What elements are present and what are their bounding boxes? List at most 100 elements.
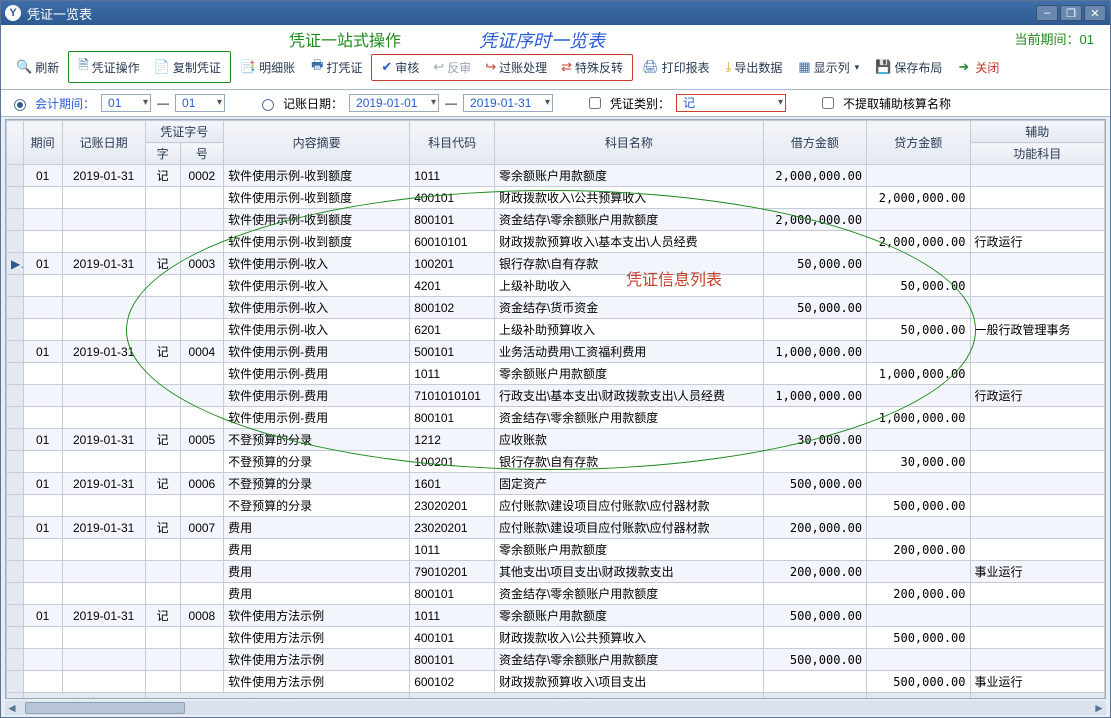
table-row[interactable]: 费用800101资金结存\零余额账户用款额度200,000.00 — [7, 583, 1105, 605]
col-num[interactable]: 号 — [180, 143, 223, 165]
col-period[interactable]: 期间 — [23, 121, 62, 165]
col-debit[interactable]: 借方金额 — [763, 121, 866, 165]
cell-credit: 500,000.00 — [867, 495, 970, 517]
col-credit[interactable]: 贷方金额 — [867, 121, 970, 165]
table-row[interactable]: 软件使用示例-收到额度400101财政拨款收入\公共预算收入2,000,000.… — [7, 187, 1105, 209]
post-button[interactable]: ↪过账处理 — [478, 56, 554, 79]
noaux-check[interactable] — [822, 97, 834, 109]
dr-total: 8,180,000.00 — [763, 693, 866, 700]
close-button[interactable]: ➜关闭 — [951, 56, 1006, 79]
table-row[interactable]: 软件使用方法示例400101财政拨款收入\公共预算收入500,000.00 — [7, 627, 1105, 649]
reverse-icon: ⇄ — [561, 59, 572, 75]
cell-num: 0005 — [180, 429, 223, 451]
table-row[interactable]: 不登预算的分录23020201应付账款\建设项目应付账款\应付器材款500,00… — [7, 495, 1105, 517]
table-row[interactable]: 软件使用示例-费用800101资金结存\零余额账户用款额度1,000,000.0… — [7, 407, 1105, 429]
scroll-thumb[interactable] — [25, 702, 185, 714]
total-label: 合 计 — [23, 693, 145, 700]
show-cols-button[interactable]: ▦显示列▾ — [791, 56, 866, 79]
cell-code: 6201 — [410, 319, 495, 341]
col-summary[interactable]: 内容摘要 — [224, 121, 410, 165]
toolbar: 🔍刷新 🗎凭证操作 📄复制凭证 📑明细账 🖶打凭证 ✔审核 ↩反审 ↪过账处理 … — [9, 49, 1102, 89]
table-row[interactable]: 费用1011零余额账户用款额度200,000.00 — [7, 539, 1105, 561]
col-char[interactable]: 字 — [145, 143, 180, 165]
voucher-type-combo[interactable]: 记 — [676, 94, 786, 112]
cell-name: 零余额账户用款额度 — [494, 605, 763, 627]
table-row[interactable]: 不登预算的分录100201银行存款\自有存款30,000.00 — [7, 451, 1105, 473]
cell-credit — [867, 341, 970, 363]
period-to-combo[interactable]: 01 — [175, 94, 225, 112]
save-layout-button[interactable]: 💾保存布局 — [868, 56, 949, 79]
col-aux-group[interactable]: 辅助 — [970, 121, 1105, 143]
voucher-type-check[interactable] — [589, 97, 601, 109]
table-row[interactable]: 软件使用示例-收入800102资金结存\货币资金50,000.00 — [7, 297, 1105, 319]
table-row[interactable]: 软件使用示例-收到额度800101资金结存\零余额账户用款额度2,000,000… — [7, 209, 1105, 231]
cell-period — [23, 495, 62, 517]
cell-num — [180, 385, 223, 407]
col-bookdate[interactable]: 记账日期 — [62, 121, 145, 165]
table-row[interactable]: 软件使用方法示例600102财政拨款预算收入\项目支出500,000.00事业运… — [7, 671, 1105, 693]
special-reverse-button[interactable]: ⇄特殊反转 — [554, 56, 630, 79]
close-window-button[interactable]: ✕ — [1084, 5, 1106, 21]
bookdate-radio[interactable] — [262, 99, 274, 111]
row-indicator — [7, 385, 24, 407]
table-row[interactable]: 012019-01-31记0006不登预算的分录1601固定资产500,000.… — [7, 473, 1105, 495]
cell-aux — [970, 407, 1105, 429]
table-row[interactable]: 012019-01-31记0004软件使用示例-费用500101业务活动费用\工… — [7, 341, 1105, 363]
grid[interactable]: 期间 记账日期 凭证字号 内容摘要 科目代码 科目名称 借方金额 贷方金额 辅助… — [5, 119, 1106, 699]
table-row[interactable]: 软件使用示例-收入6201上级补助预算收入50,000.00一般行政管理事务 — [7, 319, 1105, 341]
table-row[interactable]: 软件使用示例-收入4201上级补助收入50,000.00 — [7, 275, 1105, 297]
compose-button[interactable]: 🖶打凭证 — [304, 53, 369, 81]
cell-aux: 一般行政管理事务 — [970, 319, 1105, 341]
table-row[interactable]: 012019-01-31记0005不登预算的分录1212应收账款30,000.0… — [7, 429, 1105, 451]
table-row[interactable]: 012019-01-31记0008软件使用方法示例1011零余额账户用款额度50… — [7, 605, 1105, 627]
table-row[interactable]: 费用79010201其他支出\项目支出\财政拨款支出200,000.00事业运行 — [7, 561, 1105, 583]
table-row[interactable]: 软件使用示例-费用1011零余额账户用款额度1,000,000.00 — [7, 363, 1105, 385]
maximize-button[interactable]: ❐ — [1060, 5, 1082, 21]
cell-period — [23, 209, 62, 231]
cell-char — [145, 319, 180, 341]
cell-debit: 50,000.00 — [763, 297, 866, 319]
cell-char — [145, 495, 180, 517]
row-indicator — [7, 473, 24, 495]
cell-summary: 软件使用示例-收到额度 — [224, 231, 410, 253]
range-sep: — — [157, 96, 169, 110]
detail-button[interactable]: 📑明细账 — [233, 56, 302, 79]
cell-period: 01 — [23, 517, 62, 539]
cell-name: 财政拨款预算收入\基本支出\人员经费 — [494, 231, 763, 253]
date-from-combo[interactable]: 2019-01-01 — [349, 94, 439, 112]
cell-summary: 软件使用示例-费用 — [224, 341, 410, 363]
table-row[interactable]: 软件使用方法示例800101资金结存\零余额账户用款额度500,000.00 — [7, 649, 1105, 671]
col-name[interactable]: 科目名称 — [494, 121, 763, 165]
voucher-op-button[interactable]: 🗎凭证操作 — [71, 53, 146, 81]
refresh-icon: 🔍 — [16, 59, 32, 75]
minimize-button[interactable]: – — [1036, 5, 1058, 21]
table-row[interactable]: 012019-01-31记0007费用23020201应付账款\建设项目应付账款… — [7, 517, 1105, 539]
cell-bookdate: 2019-01-31 — [62, 473, 145, 495]
cell-char — [145, 231, 180, 253]
table-row[interactable]: ▶012019-01-31记0003软件使用示例-收入100201银行存款\自有… — [7, 253, 1105, 275]
table-row[interactable]: 软件使用示例-费用7101010101行政支出\基本支出\财政拨款支出\人员经费… — [7, 385, 1105, 407]
row-indicator — [7, 297, 24, 319]
table-row[interactable]: 012019-01-31记0002软件使用示例-收到额度1011零余额账户用款额… — [7, 165, 1105, 187]
cell-summary: 不登预算的分录 — [224, 495, 410, 517]
cell-summary: 费用 — [224, 561, 410, 583]
period-from-combo[interactable]: 01 — [101, 94, 151, 112]
col-code[interactable]: 科目代码 — [410, 121, 495, 165]
copy-voucher-button[interactable]: 📄复制凭证 — [147, 56, 228, 79]
refresh-button[interactable]: 🔍刷新 — [9, 56, 66, 79]
col-indicator[interactable] — [7, 121, 24, 165]
cell-credit — [867, 253, 970, 275]
cell-char — [145, 209, 180, 231]
date-to-combo[interactable]: 2019-01-31 — [463, 94, 553, 112]
col-aux-func[interactable]: 功能科目 — [970, 143, 1105, 165]
cell-num — [180, 297, 223, 319]
audit-button[interactable]: ✔审核 — [374, 56, 426, 79]
period-radio[interactable] — [14, 99, 26, 111]
export-button[interactable]: ⤓导出数据 — [719, 56, 790, 79]
col-voucher-no[interactable]: 凭证字号 — [145, 121, 224, 143]
unaudit-button[interactable]: ↩反审 — [426, 56, 478, 79]
print-report-button[interactable]: 🖨打印报表 — [635, 56, 717, 79]
cell-aux: 行政运行 — [970, 385, 1105, 407]
horizontal-scrollbar[interactable]: ◄ ► — [5, 701, 1106, 715]
table-row[interactable]: 软件使用示例-收到额度60010101财政拨款预算收入\基本支出\人员经费2,0… — [7, 231, 1105, 253]
